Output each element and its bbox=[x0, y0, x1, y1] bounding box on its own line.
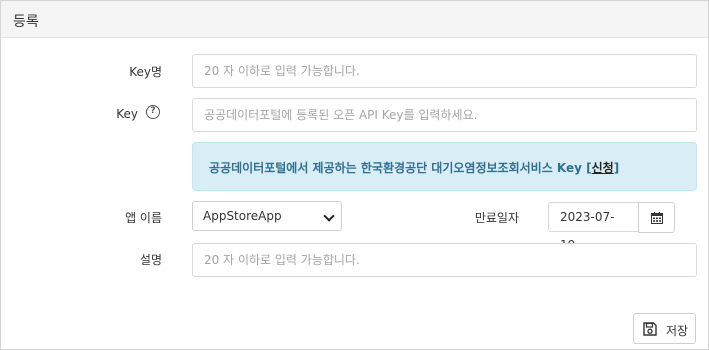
info-text: 공공데이터포털에서 제공하는 한국환경공단 대기오염정보조회서비스 Key bbox=[209, 161, 587, 175]
registration-panel: 등록 Key명 Key ? 공공데이터포털에서 제공하는 한국환경공단 대기오염… bbox=[0, 0, 709, 350]
panel-title: 등록 bbox=[13, 14, 39, 30]
app-name-selected: AppStoreApp bbox=[203, 209, 282, 223]
panel-header: 등록 bbox=[1, 1, 708, 38]
info-alert: 공공데이터포털에서 제공하는 한국환경공단 대기오염정보조회서비스 Key [신… bbox=[192, 142, 697, 191]
apply-link[interactable]: 신청 bbox=[592, 161, 614, 175]
link-bracket-close: ] bbox=[613, 161, 620, 175]
api-key-input[interactable] bbox=[192, 98, 697, 132]
floppy-disk-icon bbox=[643, 322, 657, 336]
description-input[interactable] bbox=[192, 243, 697, 277]
calendar-icon bbox=[651, 212, 663, 224]
expiry-label: 만료일자 bbox=[474, 211, 519, 225]
key-name-label: Key명 bbox=[129, 65, 162, 79]
key-label: Key bbox=[116, 107, 138, 121]
key-name-input[interactable] bbox=[192, 54, 697, 88]
save-button[interactable]: 저장 bbox=[633, 313, 696, 344]
calendar-button[interactable] bbox=[638, 202, 675, 233]
question-circle-icon[interactable]: ? bbox=[146, 105, 160, 119]
app-name-select[interactable]: AppStoreApp bbox=[192, 201, 342, 231]
save-label: 저장 bbox=[666, 324, 689, 338]
description-label: 설명 bbox=[139, 253, 162, 267]
expiry-date-input[interactable]: 2023-07-19 bbox=[548, 202, 638, 252]
chevron-down-icon bbox=[323, 210, 335, 222]
app-name-label: 앱 이름 bbox=[125, 211, 162, 225]
